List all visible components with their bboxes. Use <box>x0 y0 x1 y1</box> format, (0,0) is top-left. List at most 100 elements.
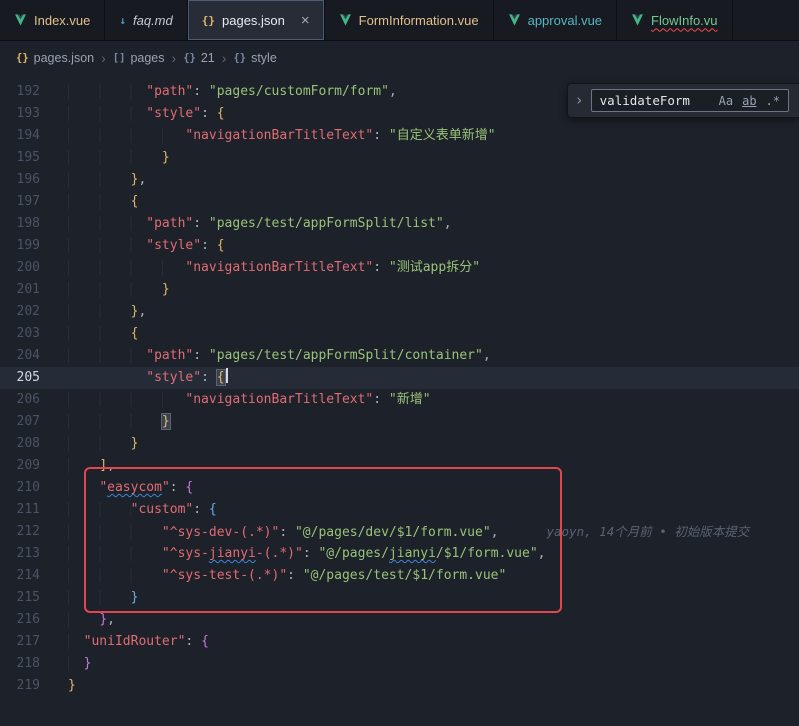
line-number[interactable]: 196 <box>0 169 68 191</box>
line-number[interactable]: 200 <box>0 257 68 279</box>
match-case-icon[interactable]: Aa <box>719 95 733 107</box>
code-line-209[interactable]: 209 ], <box>0 455 799 477</box>
tab-pages-json[interactable]: {}pages.json× <box>188 0 325 40</box>
code-token: { <box>217 106 225 121</box>
line-number[interactable]: 192 <box>0 81 68 103</box>
indent-guides <box>68 282 162 297</box>
line-number[interactable]: 209 <box>0 455 68 477</box>
code-line-216[interactable]: 216 }, <box>0 609 799 631</box>
code-line-206[interactable]: 206 "navigationBarTitleText": "新增" <box>0 389 799 411</box>
code-token: } <box>162 150 170 165</box>
breadcrumb-item-style[interactable]: {}style <box>233 51 276 65</box>
code-line-194[interactable]: 194 "navigationBarTitleText": "自定义表单新增" <box>0 125 799 147</box>
breadcrumb: {}pages.json›[]pages›{}21›{}style <box>0 41 799 75</box>
line-number[interactable]: 216 <box>0 609 68 631</box>
tab-forminformation-vue[interactable]: FormInformation.vue <box>325 0 494 40</box>
code-line-202[interactable]: 202 }, <box>0 301 799 323</box>
code-token: { <box>185 480 193 495</box>
tab-index-vue[interactable]: Index.vue <box>0 0 105 40</box>
code-line-201[interactable]: 201 } <box>0 279 799 301</box>
code-token: "@/pages/test/$1/form.vue" <box>303 568 507 583</box>
code-token: , <box>389 84 397 99</box>
regex-icon[interactable]: .* <box>766 95 780 107</box>
line-number[interactable]: 195 <box>0 147 68 169</box>
code-line-200[interactable]: 200 "navigationBarTitleText": "测试app拆分" <box>0 257 799 279</box>
code-line-195[interactable]: 195 } <box>0 147 799 169</box>
editor[interactable]: 192 "path": "pages/customForm/form",193 … <box>0 75 799 726</box>
line-number[interactable]: 218 <box>0 653 68 675</box>
line-number[interactable]: 193 <box>0 103 68 125</box>
code-line-212[interactable]: 212 "^sys-dev-(.*)": "@/pages/dev/$1/for… <box>0 521 799 543</box>
line-number[interactable]: 219 <box>0 675 68 697</box>
line-number[interactable]: 203 <box>0 323 68 345</box>
code-line-218[interactable]: 218 } <box>0 653 799 675</box>
tab-label: approval.vue <box>528 13 602 28</box>
line-number[interactable]: 206 <box>0 389 68 411</box>
code-line-197[interactable]: 197 { <box>0 191 799 213</box>
code-line-196[interactable]: 196 }, <box>0 169 799 191</box>
code-line-211[interactable]: 211 "custom": { <box>0 499 799 521</box>
line-number[interactable]: 198 <box>0 213 68 235</box>
breadcrumb-item-21[interactable]: {}21 <box>183 51 215 65</box>
line-number[interactable]: 207 <box>0 411 68 433</box>
code-content: "^sys-dev-(.*)": "@/pages/dev/$1/form.vu… <box>68 521 749 543</box>
indent-guides <box>68 612 99 627</box>
indent-guides <box>68 392 185 407</box>
code-line-208[interactable]: 208 } <box>0 433 799 455</box>
code-line-219[interactable]: 219} <box>0 675 799 697</box>
code-line-203[interactable]: 203 { <box>0 323 799 345</box>
code-line-207[interactable]: 207 } <box>0 411 799 433</box>
line-number[interactable]: 199 <box>0 235 68 257</box>
toggle-replace-chevron-icon[interactable]: › <box>575 93 584 108</box>
tab-faq-md[interactable]: ↓faq.md <box>105 0 187 40</box>
find-query-text[interactable]: validateForm <box>600 93 710 108</box>
line-number[interactable]: 208 <box>0 433 68 455</box>
line-number[interactable]: 210 <box>0 477 68 499</box>
vue-icon <box>508 14 521 26</box>
breadcrumb-item-pages[interactable]: []pages <box>113 51 165 65</box>
line-number[interactable]: 202 <box>0 301 68 323</box>
line-number[interactable]: 194 <box>0 125 68 147</box>
code-line-204[interactable]: 204 "path": "pages/test/appFormSplit/con… <box>0 345 799 367</box>
code-token: } <box>99 612 107 627</box>
code-content: "path": "pages/customForm/form", <box>68 81 397 103</box>
code-token: : <box>170 480 186 495</box>
line-number[interactable]: 214 <box>0 565 68 587</box>
code-line-215[interactable]: 215 } <box>0 587 799 609</box>
code-line-199[interactable]: 199 "style": { <box>0 235 799 257</box>
line-number[interactable]: 213 <box>0 543 68 565</box>
code-line-205[interactable]: 205 "style": { <box>0 367 799 389</box>
code-token: , <box>107 612 115 627</box>
code-token: : <box>373 128 389 143</box>
line-number[interactable]: 211 <box>0 499 68 521</box>
code-token: } <box>162 282 170 297</box>
whole-word-icon[interactable]: ab <box>742 95 756 107</box>
line-number[interactable]: 205 <box>0 367 68 389</box>
code-token: : <box>185 634 201 649</box>
line-number[interactable]: 212 <box>0 521 68 543</box>
code-token: : <box>193 216 209 231</box>
breadcrumb-separator-icon: › <box>101 50 106 66</box>
find-input[interactable]: validateForm Aa ab .* <box>591 89 789 112</box>
code-content: "path": "pages/test/appFormSplit/list", <box>68 213 452 235</box>
close-tab-icon[interactable]: × <box>301 13 310 28</box>
code-line-214[interactable]: 214 "^sys-test-(.*)": "@/pages/test/$1/f… <box>0 565 799 587</box>
code-line-198[interactable]: 198 "path": "pages/test/appFormSplit/lis… <box>0 213 799 235</box>
line-number[interactable]: 197 <box>0 191 68 213</box>
code-content: }, <box>68 609 115 631</box>
line-number[interactable]: 204 <box>0 345 68 367</box>
json-icon: {} <box>202 14 215 27</box>
code-line-217[interactable]: 217 "uniIdRouter": { <box>0 631 799 653</box>
tab-flowinfo-vu[interactable]: FlowInfo.vu <box>617 0 732 40</box>
breadcrumb-item-pages-json[interactable]: {}pages.json <box>16 51 94 65</box>
line-number[interactable]: 201 <box>0 279 68 301</box>
line-number[interactable]: 217 <box>0 631 68 653</box>
indent-guides <box>68 150 162 165</box>
tab-approval-vue[interactable]: approval.vue <box>494 0 617 40</box>
code-token: "pages/test/appFormSplit/container" <box>209 348 483 363</box>
indent-guides <box>68 634 84 649</box>
line-number[interactable]: 215 <box>0 587 68 609</box>
code-token: : <box>201 106 217 121</box>
code-line-210[interactable]: 210 "easycom": { <box>0 477 799 499</box>
code-line-213[interactable]: 213 "^sys-jianyi-(.*)": "@/pages/jianyi/… <box>0 543 799 565</box>
